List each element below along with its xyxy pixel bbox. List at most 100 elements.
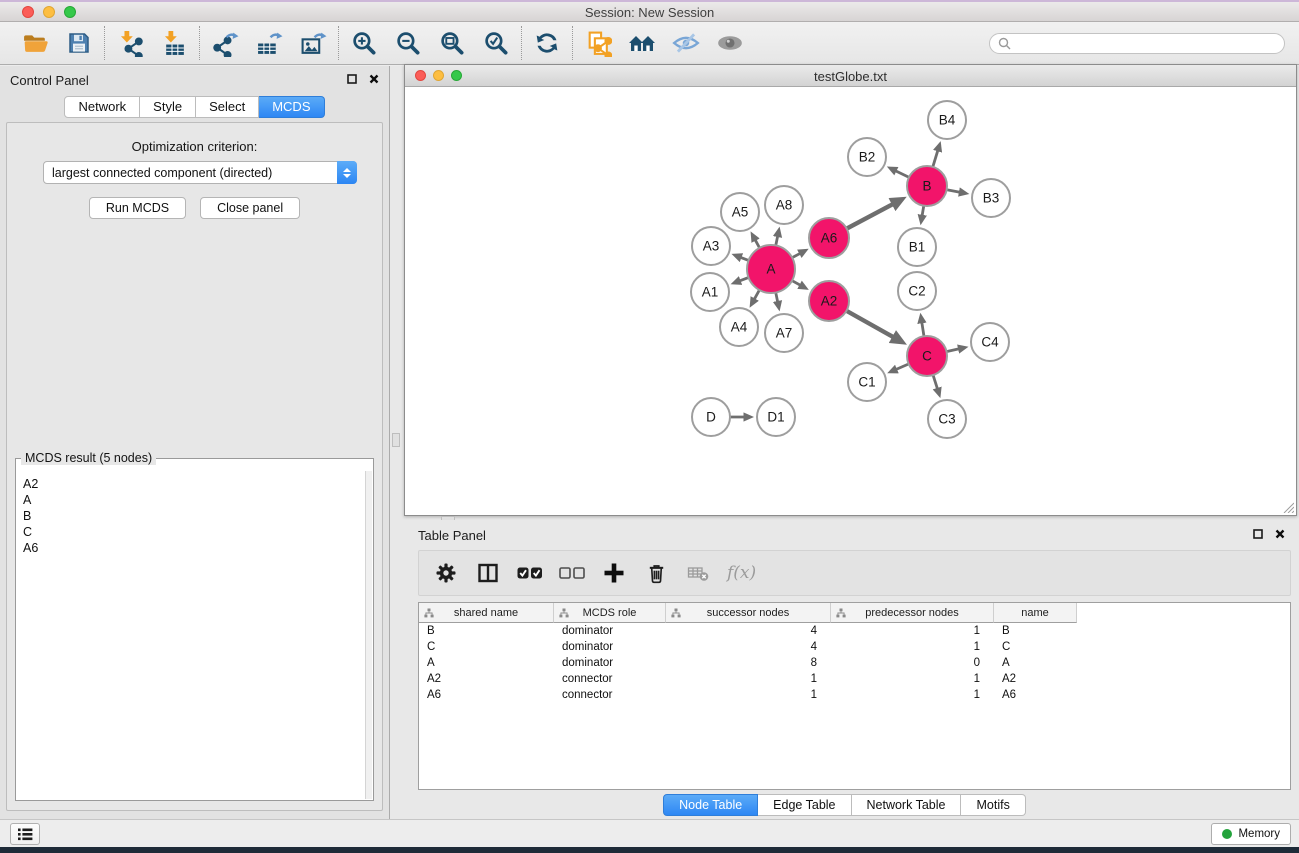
table-cell: A (419, 655, 554, 671)
unchecked-boxes-button[interactable] (559, 560, 585, 586)
table-cell: 8 (666, 655, 831, 671)
zoom-selected-button[interactable] (480, 27, 512, 59)
zoom-fit-button[interactable] (436, 27, 468, 59)
criterion-select[interactable]: largest connected component (directed) (43, 161, 357, 184)
memory-button[interactable]: Memory (1211, 823, 1291, 845)
tab-style[interactable]: Style (140, 96, 196, 118)
show-eye-icon (716, 29, 744, 57)
new-network-documents-button[interactable] (582, 27, 614, 59)
column-header-name[interactable]: name (994, 603, 1077, 623)
graph-node-C1[interactable]: C1 (848, 363, 886, 401)
save-floppy-button[interactable] (63, 27, 95, 59)
tab-select[interactable]: Select (196, 96, 259, 118)
export-image-icon (300, 30, 327, 57)
table-row[interactable]: Bdominator41B (419, 623, 1290, 639)
svg-text:D: D (706, 410, 716, 425)
trash-button[interactable] (643, 560, 669, 586)
close-panel-button[interactable]: Close panel (200, 197, 300, 219)
network-window-titlebar[interactable]: testGlobe.txt (405, 65, 1296, 87)
tab-motifs[interactable]: Motifs (961, 794, 1025, 816)
close-table-panel-icon[interactable] (1275, 529, 1285, 539)
delete-table-icon (686, 561, 710, 585)
graph-node-C[interactable]: C (907, 336, 947, 376)
graph-node-A3[interactable]: A3 (692, 227, 730, 265)
graph-node-A6[interactable]: A6 (809, 218, 849, 258)
result-scrollbar[interactable] (365, 471, 372, 799)
graph-node-B1[interactable]: B1 (898, 228, 936, 266)
table-row[interactable]: A2connector11A2 (419, 671, 1290, 687)
graph-node-C2[interactable]: C2 (898, 272, 936, 310)
mcds-tab-panel: Optimization criterion: largest connecte… (6, 122, 383, 811)
result-list-item[interactable]: B (23, 508, 372, 524)
search-box[interactable] (989, 33, 1285, 54)
graph-node-A[interactable]: A (747, 245, 795, 293)
network-canvas[interactable]: B4 B2 B B3 A8A5 A6 A3 B1 A A1 C2 A2 A4A7 C4 C C1 D D1 C3 (405, 87, 1296, 515)
open-folder-button[interactable] (19, 27, 51, 59)
svg-text:A: A (766, 262, 775, 277)
splitter-handle-vertical[interactable] (392, 433, 400, 447)
tab-network[interactable]: Network (64, 96, 140, 118)
graph-node-A8[interactable]: A8 (765, 186, 803, 224)
result-list-item[interactable]: A (23, 492, 372, 508)
gear-button[interactable] (433, 560, 459, 586)
refresh-button[interactable] (531, 27, 563, 59)
checked-boxes-button[interactable] (517, 560, 543, 586)
control-panel-header: Control Panel (0, 66, 389, 92)
plus-button[interactable] (601, 560, 627, 586)
search-icon (998, 37, 1011, 50)
houses-button[interactable] (626, 27, 658, 59)
result-list-item[interactable]: C (23, 524, 372, 540)
graph-node-B3[interactable]: B3 (972, 179, 1010, 217)
table-cell: A (994, 655, 1077, 671)
shared-attribute-icon (559, 608, 569, 618)
table-row[interactable]: Adominator80A (419, 655, 1290, 671)
export-image-button[interactable] (297, 27, 329, 59)
split-columns-button[interactable] (475, 560, 501, 586)
result-list-item[interactable]: A6 (23, 540, 372, 556)
show-eye-button[interactable] (714, 27, 746, 59)
column-header-successor-nodes[interactable]: successor nodes (666, 603, 831, 623)
import-table-button[interactable] (158, 27, 190, 59)
tab-edge-table[interactable]: Edge Table (758, 794, 851, 816)
export-network-button[interactable] (209, 27, 241, 59)
zoom-out-button[interactable] (392, 27, 424, 59)
result-list-item[interactable]: A2 (23, 476, 372, 492)
table-row[interactable]: Cdominator41C (419, 639, 1290, 655)
column-header-shared-name[interactable]: shared name (419, 603, 554, 623)
table-cell: 1 (666, 687, 831, 703)
float-panel-icon[interactable] (347, 74, 357, 84)
graph-node-B[interactable]: B (907, 166, 947, 206)
table-cell: 1 (831, 671, 994, 687)
column-header-label: successor nodes (707, 607, 790, 619)
window-titlebar: Session: New Session (0, 2, 1299, 22)
tab-mcds[interactable]: MCDS (259, 96, 324, 118)
tab-network-table[interactable]: Network Table (852, 794, 962, 816)
search-input[interactable] (1016, 36, 1276, 50)
graph-node-A4[interactable]: A4 (720, 308, 758, 346)
graph-node-C4[interactable]: C4 (971, 323, 1009, 361)
graph-node-D[interactable]: D (692, 398, 730, 436)
run-mcds-button[interactable]: Run MCDS (89, 197, 186, 219)
mcds-result-list[interactable]: A2ABCA6 (17, 460, 372, 799)
zoom-in-button[interactable] (348, 27, 380, 59)
graph-node-A2[interactable]: A2 (809, 281, 849, 321)
float-table-panel-icon[interactable] (1253, 529, 1263, 539)
table-row[interactable]: A6connector11A6 (419, 687, 1290, 703)
graph-node-B4[interactable]: B4 (928, 101, 966, 139)
close-panel-icon[interactable] (369, 74, 379, 84)
task-history-button[interactable] (10, 823, 40, 845)
column-header-MCDS-role[interactable]: MCDS role (554, 603, 666, 623)
resize-grip-icon[interactable] (1281, 500, 1294, 513)
graph-node-A1[interactable]: A1 (691, 273, 729, 311)
graph-node-D1[interactable]: D1 (757, 398, 795, 436)
graph-node-A7[interactable]: A7 (765, 314, 803, 352)
tab-node-table[interactable]: Node Table (663, 794, 758, 816)
graph-node-C3[interactable]: C3 (928, 400, 966, 438)
list-icon (17, 828, 33, 841)
column-header-predecessor-nodes[interactable]: predecessor nodes (831, 603, 994, 623)
graph-node-A5[interactable]: A5 (721, 193, 759, 231)
import-network-button[interactable] (114, 27, 146, 59)
graph-node-B2[interactable]: B2 (848, 138, 886, 176)
export-table-button[interactable] (253, 27, 285, 59)
hide-eye-slash-button[interactable] (670, 27, 702, 59)
